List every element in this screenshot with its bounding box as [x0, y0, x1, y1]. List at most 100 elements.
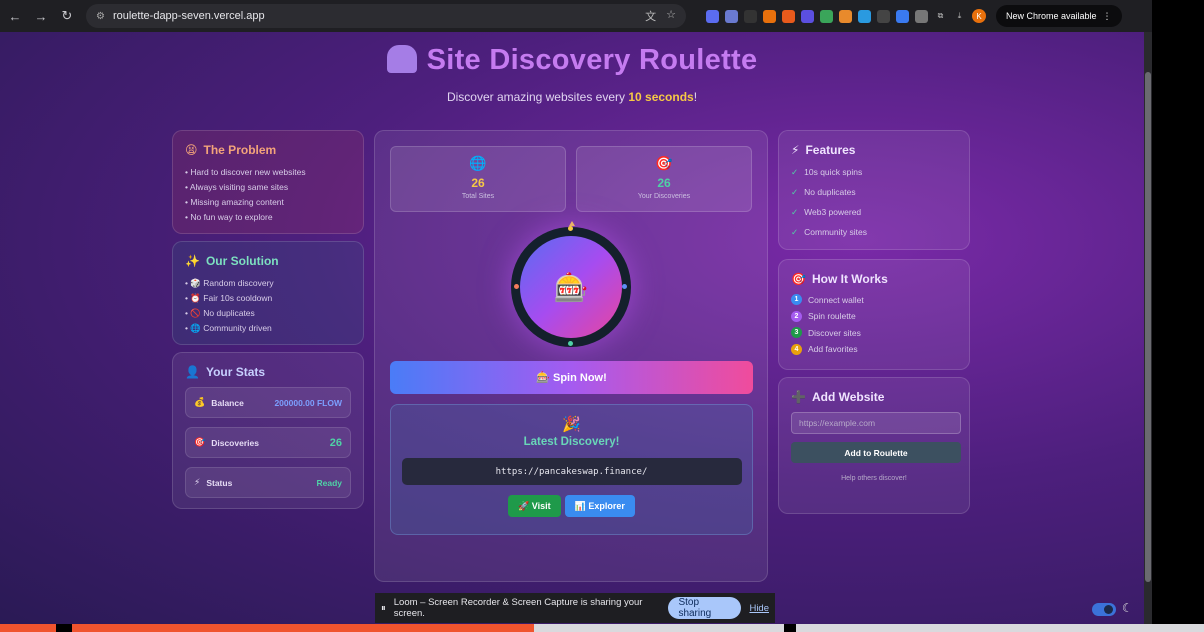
list-item: ✓ Community sites — [791, 227, 867, 237]
wheel-marker — [622, 284, 627, 289]
how-it-works-card: 🎯 How It Works 1 Connect wallet 2 Spin rou… — [778, 259, 970, 370]
list-item: • ⏰ Fair 10s cooldown — [185, 293, 273, 303]
url-text: roulette-dapp-seven.vercel.app — [112, 10, 265, 22]
share-message: Loom – Screen Recorder & Screen Capture … — [393, 597, 643, 619]
stats-card: 👤 Your Stats 💰 Balance 200000.00 FLOW 🎯 … — [172, 352, 364, 509]
latest-discovery-title: Latest Discovery! — [523, 436, 620, 448]
your-discoveries-value: 26 — [657, 176, 671, 190]
wheel-marker — [568, 341, 573, 346]
step-item: 4 Add favorites — [791, 343, 957, 355]
list-item: • 🚫 No duplicates — [185, 308, 255, 318]
page-scrollbar[interactable] — [1144, 32, 1152, 624]
stat-discoveries: 🎯 Discoveries 26 — [185, 427, 351, 458]
latest-discovery-card: 🎉 Latest Discovery! https://pancakeswap.… — [390, 404, 753, 535]
money-bag-icon — [386, 45, 417, 73]
list-item: ✓ 10s quick spins — [791, 167, 863, 177]
solution-list: • 🎲 Random discovery • ⏰ Fair 10s cooldo… — [185, 276, 351, 336]
stat-label: Status — [206, 477, 233, 488]
plus-icon: ➕ — [791, 390, 806, 404]
screen-edge — [1152, 0, 1204, 632]
reload-icon[interactable]: ↻ — [56, 5, 78, 27]
hide-link[interactable]: Hide — [749, 603, 769, 614]
extension-icon[interactable] — [858, 9, 871, 23]
translate-icon[interactable]: 文 — [645, 8, 656, 24]
list-item: • 🌐 Community driven — [185, 323, 272, 333]
extension-icon[interactable] — [706, 9, 719, 23]
forward-icon[interactable]: → — [30, 5, 52, 27]
screen-share-bar: ⏸ Loom – Screen Recorder & Screen Captur… — [375, 593, 775, 623]
step-item: 3 Discover sites — [791, 327, 957, 338]
features-list: ✓ 10s quick spins ✓ No duplicates ✓ Web3 po… — [791, 165, 957, 240]
discoveries-value: 26 — [329, 436, 342, 449]
wheel-marker — [514, 284, 519, 289]
download-icon[interactable]: ⤓ — [953, 10, 966, 23]
website-url-input[interactable] — [791, 412, 961, 434]
helper-note: Help others discover! — [841, 475, 907, 482]
extension-icon[interactable] — [801, 9, 814, 23]
your-discoveries-label: Your Discoveries — [637, 193, 691, 200]
pause-icon: ⏸ — [381, 602, 386, 614]
check-icon: ✓ — [791, 187, 799, 197]
user-icon: 👤 — [185, 365, 200, 379]
extension-icon[interactable] — [782, 9, 795, 23]
list-item: • No fun way to explore — [185, 212, 273, 222]
back-icon[interactable]: ← — [4, 5, 26, 27]
extension-icon[interactable] — [744, 9, 757, 23]
step-item: 1 Connect wallet — [791, 294, 957, 305]
spin-button[interactable]: 🎰 Spin Now! — [390, 361, 753, 394]
sparkles-icon: ✨ — [185, 254, 200, 268]
status-value: Ready — [316, 477, 342, 488]
stat-balance: 💰 Balance 200000.00 FLOW — [185, 387, 351, 418]
step-number: 3 — [791, 327, 802, 338]
list-item: • Missing amazing content — [185, 197, 284, 207]
problem-card: 😫 The Problem • Hard to discover new web… — [172, 130, 364, 234]
step-number: 1 — [791, 294, 802, 305]
page-title: Site Discovery Roulette — [0, 44, 1144, 77]
roulette-wheel[interactable]: 🎰 — [511, 226, 631, 347]
extension-icon[interactable] — [820, 9, 833, 23]
step-number: 2 — [791, 310, 802, 322]
check-icon: ✓ — [791, 207, 799, 217]
your-discoveries-counter: 🎯 26 Your Discoveries — [576, 146, 752, 212]
site-info-icon[interactable]: ⚙ — [96, 11, 105, 22]
scrollbar-thumb[interactable] — [1145, 72, 1151, 582]
total-sites-label: Total Sites — [461, 193, 495, 200]
add-to-roulette-button[interactable]: Add to Roulette — [791, 442, 961, 463]
bookmark-star-icon[interactable]: ☆ — [666, 8, 676, 24]
visit-button[interactable]: 🚀 Visit — [508, 495, 561, 517]
extension-icon[interactable] — [725, 9, 738, 23]
step-number: 4 — [791, 343, 802, 355]
progress-fill — [0, 624, 56, 632]
lightning-icon: ⚡ — [194, 477, 201, 487]
address-bar[interactable]: ⚙ roulette-dapp-seven.vercel.app 文 ☆ — [86, 4, 686, 28]
discovered-url: https://pancakeswap.finance/ — [401, 458, 742, 485]
check-icon: ✓ — [791, 227, 799, 237]
solution-card: ✨ Our Solution • 🎲 Random discovery • ⏰ … — [172, 241, 364, 345]
stop-sharing-button[interactable]: Stop sharing — [668, 597, 742, 619]
extension-icon[interactable] — [896, 9, 909, 23]
features-card: ⚡ Features ✓ 10s quick spins ✓ No duplicat… — [778, 130, 970, 250]
check-icon: ✓ — [791, 167, 799, 177]
extension-icon[interactable] — [915, 9, 928, 23]
problem-heading: 😫 The Problem — [185, 143, 277, 157]
chrome-update-button[interactable]: New Chrome available ⋮ — [996, 5, 1122, 27]
theme-toggle[interactable] — [1092, 603, 1116, 616]
extension-icon[interactable] — [763, 9, 776, 23]
add-website-card: ➕ Add Website Add to Roulette Help other… — [778, 377, 970, 514]
explorer-button[interactable]: 📊 Explorer — [564, 495, 635, 517]
puzzle-icon[interactable]: ⧉ — [934, 10, 947, 23]
target-icon: 🎯 — [791, 272, 806, 286]
problem-list: • Hard to discover new websites • Always… — [185, 165, 351, 225]
extension-icon[interactable] — [877, 9, 890, 23]
update-label: New Chrome available — [1006, 11, 1097, 21]
progress-fill — [72, 624, 534, 632]
recording-progress-bar — [0, 624, 1204, 632]
extension-icon[interactable] — [839, 9, 852, 23]
progress-gap — [56, 624, 72, 632]
wheel-marker — [568, 226, 573, 231]
browser-toolbar: ← → ↻ ⚙ roulette-dapp-seven.vercel.app 文… — [0, 0, 1152, 32]
app-page: Site Discovery Roulette Discover amazing… — [0, 32, 1144, 624]
profile-avatar[interactable]: K — [972, 9, 986, 23]
total-sites-counter: 🌐 26 Total Sites — [390, 146, 566, 212]
target-icon: 🎯 — [655, 155, 673, 171]
